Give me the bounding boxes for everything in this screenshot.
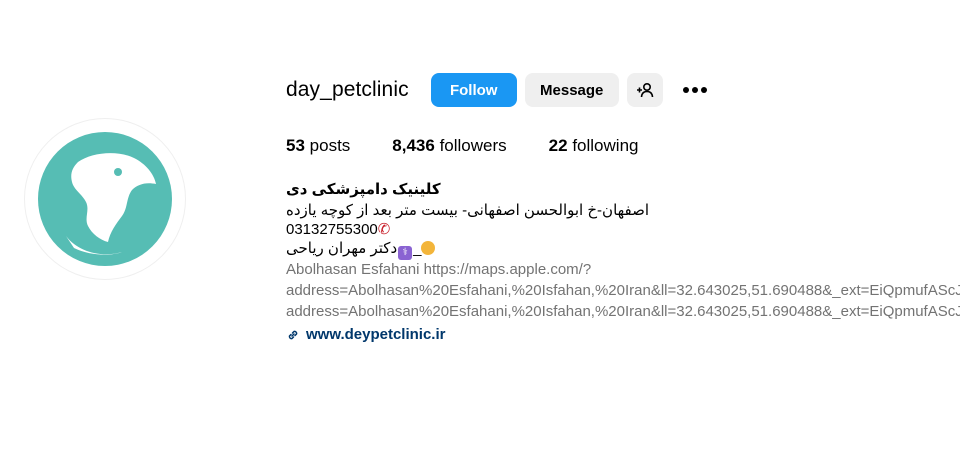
- dot: [700, 87, 707, 93]
- bio-maps-line2[interactable]: address=Abolhasan%20Esfahani,%20Isfahan,…: [286, 281, 960, 300]
- dot: [682, 87, 689, 93]
- posts-stat: 53 posts: [286, 136, 350, 156]
- profile-header: day_petclinic Follow Message: [286, 72, 713, 108]
- face-emoji-icon: [421, 241, 436, 255]
- bio-phone-line: 03132755300✆: [286, 220, 960, 239]
- following-count: 22: [548, 136, 568, 155]
- posts-count: 53: [286, 136, 305, 155]
- bio-phone: 03132755300: [286, 221, 378, 238]
- website-url: www.deypetclinic.ir: [306, 326, 446, 343]
- bio-doctor-prefix: _: [413, 240, 422, 257]
- caduceus-emoji-icon: ⚕: [398, 246, 413, 260]
- add-user-button[interactable]: [626, 73, 663, 107]
- bio-doctor: دکتر مهران ریاحی: [286, 240, 398, 257]
- telephone-receiver-icon: ✆: [377, 221, 391, 238]
- person-add-icon: [636, 82, 654, 98]
- profile-bio: کلینیک دامپزشکی دی اصفهان-خ ابوالحسن اصف…: [286, 180, 960, 344]
- bio-doctor-line: دکتر مهران ریاحی ⚕ _: [286, 239, 960, 260]
- following-label: following: [572, 136, 639, 155]
- clinic-logo-icon: [38, 132, 172, 266]
- website-link[interactable]: www.deypetclinic.ir: [286, 325, 960, 344]
- follow-button[interactable]: Follow: [430, 73, 517, 107]
- more-options-icon[interactable]: [677, 81, 713, 99]
- followers-stat[interactable]: 8,436 followers: [392, 136, 506, 156]
- bio-maps-line3[interactable]: address=Abolhasan%20Esfahani,%20Isfahan,…: [286, 302, 960, 321]
- posts-label: posts: [309, 136, 351, 155]
- message-button[interactable]: Message: [524, 73, 619, 107]
- link-icon: [288, 330, 298, 339]
- bio-address: اصفهان-خ ابوالحسن اصفهانی- بیست متر بعد …: [286, 202, 650, 219]
- bio-name: کلینیک دامپزشکی دی: [286, 181, 441, 198]
- following-stat[interactable]: 22 following: [549, 136, 639, 156]
- username[interactable]: day_petclinic: [286, 78, 409, 102]
- dot: [691, 87, 698, 93]
- followers-count: 8,436: [392, 136, 435, 155]
- profile-stats: 53 posts 8,436 followers 22 following: [286, 136, 680, 156]
- followers-label: followers: [439, 136, 507, 155]
- profile-avatar[interactable]: [24, 118, 186, 280]
- bio-maps-line1[interactable]: Abolhasan Esfahani https://maps.apple.co…: [286, 260, 960, 279]
